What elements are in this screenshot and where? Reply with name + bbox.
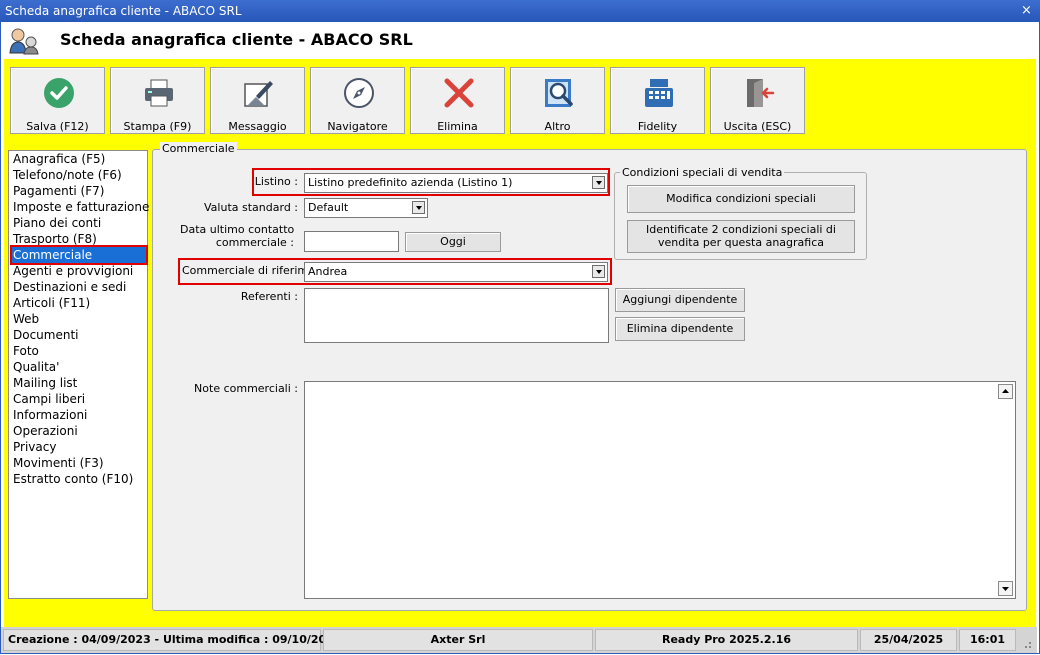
status-time: 16:01 xyxy=(959,629,1016,651)
resize-grip-icon[interactable] xyxy=(1020,637,1032,649)
oggi-button[interactable]: Oggi xyxy=(405,232,501,252)
print-button[interactable]: Stampa (F9) xyxy=(110,67,205,134)
sidebar-item-web[interactable]: Web xyxy=(12,311,146,327)
message-button[interactable]: Messaggio xyxy=(210,67,305,134)
sidebar-item-movimenti[interactable]: Movimenti (F3) xyxy=(12,455,146,471)
valuta-label: Valuta standard : xyxy=(204,201,298,214)
sidebar-item-pagamenti[interactable]: Pagamenti (F7) xyxy=(12,183,146,199)
commerciale-select[interactable]: Andrea xyxy=(304,262,608,282)
chevron-down-icon[interactable] xyxy=(412,201,425,214)
delete-button[interactable]: Elimina xyxy=(410,67,505,134)
commerciale-value: Andrea xyxy=(308,265,348,278)
check-icon xyxy=(44,78,74,108)
chevron-down-icon[interactable] xyxy=(592,265,605,278)
sidebar-item-foto[interactable]: Foto xyxy=(12,343,146,359)
sidebar-item-commerciale[interactable]: Commerciale xyxy=(10,245,148,265)
sidebar-item-mailing-list[interactable]: Mailing list xyxy=(12,375,146,391)
listino-value: Listino predefinito azienda (Listino 1) xyxy=(308,176,513,189)
sidebar-item-informazioni[interactable]: Informazioni xyxy=(12,407,146,423)
delete-employee-button[interactable]: Elimina dipendente xyxy=(615,317,745,341)
condizioni-title: Condizioni speciali di vendita xyxy=(620,166,785,179)
window-title: Scheda anagrafica cliente - ABACO SRL xyxy=(5,4,242,18)
status-company: Axter Srl xyxy=(323,629,593,651)
data-contatto-label-2: commerciale : xyxy=(215,236,294,249)
panel-title: Commerciale xyxy=(160,142,237,155)
more-button-label: Altro xyxy=(544,120,571,133)
exit-button-label: Uscita (ESC) xyxy=(723,120,792,133)
search-doc-icon xyxy=(545,79,573,107)
sidebar-item-piano-conti[interactable]: Piano dei conti xyxy=(12,215,146,231)
page-header: Scheda anagrafica cliente - ABACO SRL xyxy=(1,22,1037,58)
scroll-down-icon[interactable] xyxy=(998,581,1013,596)
sidebar-item-anagrafica[interactable]: Anagrafica (F5) xyxy=(12,151,146,167)
status-version: Ready Pro 2025.2.16 xyxy=(595,629,858,651)
sidebar-item-campi-liberi[interactable]: Campi liberi xyxy=(12,391,146,407)
save-button[interactable]: Salva (F12) xyxy=(10,67,105,134)
delete-x-icon xyxy=(444,78,474,108)
add-employee-button[interactable]: Aggiungi dipendente xyxy=(615,288,745,312)
navigator-button[interactable]: Navigatore xyxy=(310,67,405,134)
scroll-up-icon[interactable] xyxy=(998,384,1013,399)
listino-label: Listino : xyxy=(254,175,298,188)
cash-register-icon xyxy=(645,79,673,107)
referenti-label: Referenti : xyxy=(240,290,298,303)
sidebar-item-estratto-conto[interactable]: Estratto conto (F10) xyxy=(12,471,146,487)
message-icon xyxy=(244,81,273,107)
chevron-down-icon[interactable] xyxy=(592,176,605,189)
sidebar-item-telefono-note[interactable]: Telefono/note (F6) xyxy=(12,167,146,183)
printer-icon xyxy=(145,79,173,107)
page-title: Scheda anagrafica cliente - ABACO SRL xyxy=(60,30,413,49)
sidebar-item-destinazioni[interactable]: Destinazioni e sedi xyxy=(12,279,146,295)
sidebar-list: Anagrafica (F5) Telefono/note (F6) Pagam… xyxy=(8,150,149,599)
sidebar-item-privacy[interactable]: Privacy xyxy=(12,439,146,455)
sidebar-item-trasporto[interactable]: Trasporto (F8) xyxy=(12,231,146,247)
sidebar-item-articoli[interactable]: Articoli (F11) xyxy=(12,295,146,311)
data-contatto-label-1: Data ultimo contatto xyxy=(180,223,295,236)
message-button-label: Messaggio xyxy=(228,120,287,133)
delete-button-label: Elimina xyxy=(437,120,478,133)
referenti-list[interactable] xyxy=(304,288,609,343)
valuta-value: Default xyxy=(308,201,349,214)
fidelity-button[interactable]: Fidelity xyxy=(610,67,705,134)
listino-select[interactable]: Listino predefinito azienda (Listino 1) xyxy=(304,173,608,193)
data-contatto-input[interactable] xyxy=(304,231,399,252)
exit-door-icon xyxy=(747,79,775,107)
window-titlebar: Scheda anagrafica cliente - ABACO SRL × xyxy=(0,0,1040,22)
note-textarea[interactable] xyxy=(304,381,1016,599)
status-dates: Creazione : 04/09/2023 - Ultima modifica… xyxy=(3,629,341,651)
modifica-condizioni-button[interactable]: Modifica condizioni speciali xyxy=(627,185,855,213)
status-date: 25/04/2025 xyxy=(860,629,957,651)
valuta-select[interactable]: Default xyxy=(304,198,428,218)
note-label: Note commerciali : xyxy=(194,382,298,395)
more-button[interactable]: Altro xyxy=(510,67,605,134)
customer-icon xyxy=(9,28,39,55)
compass-icon xyxy=(344,78,374,108)
save-button-label: Salva (F12) xyxy=(26,120,89,133)
sidebar-item-imposte[interactable]: Imposte e fatturazione xyxy=(12,199,149,215)
close-icon[interactable]: × xyxy=(1019,3,1034,18)
sidebar-item-documenti[interactable]: Documenti xyxy=(12,327,146,343)
sidebar-item-agenti[interactable]: Agenti e provvigioni xyxy=(12,263,146,279)
sidebar-item-operazioni[interactable]: Operazioni xyxy=(12,423,146,439)
sidebar-item-qualita[interactable]: Qualita' xyxy=(12,359,146,375)
print-button-label: Stampa (F9) xyxy=(123,120,192,133)
fidelity-button-label: Fidelity xyxy=(637,120,678,133)
commerciale-label: Commerciale di riferim. : xyxy=(182,264,319,277)
navigator-button-label: Navigatore xyxy=(327,120,388,133)
condizioni-info: Identificate 2 condizioni speciali di ve… xyxy=(627,220,855,253)
exit-button[interactable]: Uscita (ESC) xyxy=(710,67,805,134)
